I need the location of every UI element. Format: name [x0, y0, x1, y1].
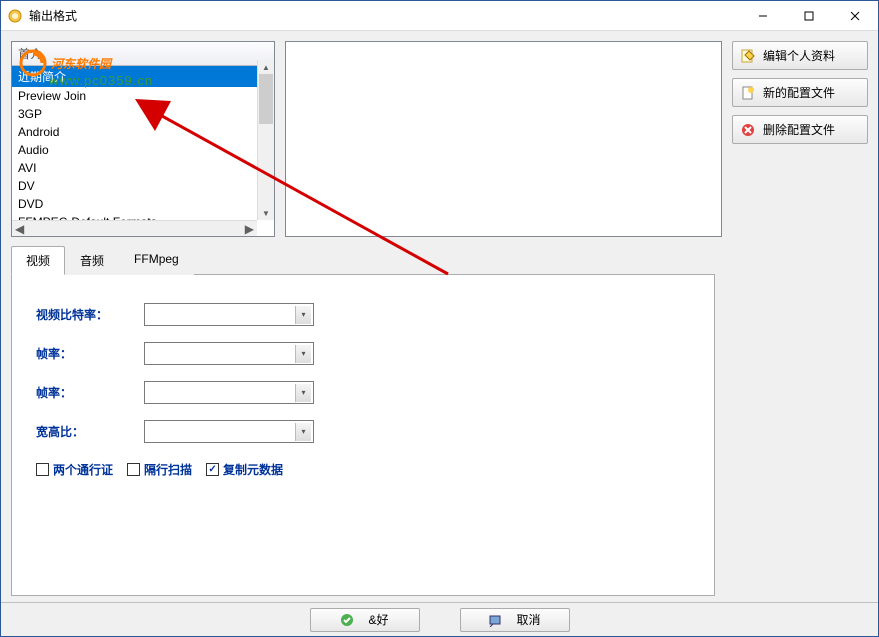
chevron-down-icon: ▾: [295, 345, 311, 363]
scroll-left-icon[interactable]: ◀: [15, 222, 24, 236]
horizontal-scrollbar[interactable]: ◀ ▶: [12, 220, 257, 236]
tab-panel-video: 视频比特率： ▾ 帧率： ▾ 帧率： ▾ 宽高比： ▾ 两个通行证: [11, 274, 715, 596]
cancel-label: 取消: [516, 611, 540, 628]
chevron-down-icon: ▾: [295, 306, 311, 324]
list-item[interactable]: 近期简介: [12, 66, 274, 87]
aspect-label: 宽高比：: [36, 423, 144, 440]
video-bitrate-combo[interactable]: ▾: [144, 303, 314, 326]
list-item[interactable]: Preview Join: [12, 87, 274, 105]
delete-profile-button[interactable]: 删除配置文件: [732, 115, 868, 144]
video-bitrate-label: 视频比特率：: [36, 306, 144, 323]
framerate2-label: 帧率：: [36, 384, 144, 401]
ok-label: &好: [368, 611, 388, 628]
bottom-bar: &好 取消: [1, 602, 878, 636]
maximize-button[interactable]: [786, 1, 832, 30]
side-buttons: 编辑个人资料 新的配置文件 删除配置文件: [732, 41, 868, 237]
framerate1-label: 帧率：: [36, 345, 144, 362]
checkbox-icon: [127, 463, 140, 476]
copy-meta-check[interactable]: ✓ 复制元数据: [206, 461, 283, 478]
interlace-label: 隔行扫描: [144, 461, 192, 478]
two-pass-label: 两个通行证: [53, 461, 113, 478]
close-button[interactable]: [832, 1, 878, 30]
list-item[interactable]: DV: [12, 177, 274, 195]
scroll-right-icon[interactable]: ▶: [245, 222, 254, 236]
delete-label: 删除配置文件: [763, 121, 835, 138]
window-controls: [740, 1, 878, 30]
list-item[interactable]: Audio: [12, 141, 274, 159]
chevron-down-icon: ▾: [295, 384, 311, 402]
tab-video[interactable]: 视频: [11, 246, 65, 275]
app-icon: [7, 8, 23, 24]
chevron-down-icon: ▾: [295, 423, 311, 441]
framerate2-combo[interactable]: ▾: [144, 381, 314, 404]
scroll-up-icon[interactable]: ▲: [258, 60, 274, 74]
checkbox-icon: [36, 463, 49, 476]
new-profile-button[interactable]: 新的配置文件: [732, 78, 868, 107]
interlace-check[interactable]: 隔行扫描: [127, 461, 192, 478]
framerate1-combo[interactable]: ▾: [144, 342, 314, 365]
new-icon: [741, 86, 755, 100]
list-item[interactable]: DVD: [12, 195, 274, 213]
list-item[interactable]: 3GP: [12, 105, 274, 123]
edit-profile-button[interactable]: 编辑个人资料: [732, 41, 868, 70]
window-title: 输出格式: [29, 7, 740, 24]
cancel-icon: [488, 613, 502, 627]
title-bar: 输出格式: [1, 1, 878, 31]
copy-meta-label: 复制元数据: [223, 461, 283, 478]
ok-button[interactable]: &好: [310, 608, 420, 632]
minimize-button[interactable]: [740, 1, 786, 30]
preview-panel: [285, 41, 722, 237]
cancel-button[interactable]: 取消: [460, 608, 570, 632]
edit-icon: [741, 49, 755, 63]
aspect-combo[interactable]: ▾: [144, 420, 314, 443]
vertical-scrollbar[interactable]: ▲ ▼: [257, 60, 274, 220]
tab-strip: 视频 音频 FFMpeg: [11, 246, 715, 275]
profile-list: 首介 近期简介 Preview Join 3GP Android Audio A…: [11, 41, 275, 237]
list-item[interactable]: AVI: [12, 159, 274, 177]
edit-label: 编辑个人资料: [763, 47, 835, 64]
ok-icon: [340, 613, 354, 627]
delete-icon: [741, 123, 755, 137]
new-label: 新的配置文件: [763, 84, 835, 101]
tab-ffmpeg[interactable]: FFMpeg: [119, 246, 194, 275]
scroll-thumb[interactable]: [259, 74, 273, 124]
list-item[interactable]: Android: [12, 123, 274, 141]
tab-audio[interactable]: 音频: [65, 246, 119, 275]
list-header[interactable]: 首介: [12, 42, 274, 66]
list-items: 近期简介 Preview Join 3GP Android Audio AVI …: [12, 66, 274, 221]
two-pass-check[interactable]: 两个通行证: [36, 461, 113, 478]
checkbox-checked-icon: ✓: [206, 463, 219, 476]
scroll-down-icon[interactable]: ▼: [258, 206, 274, 220]
